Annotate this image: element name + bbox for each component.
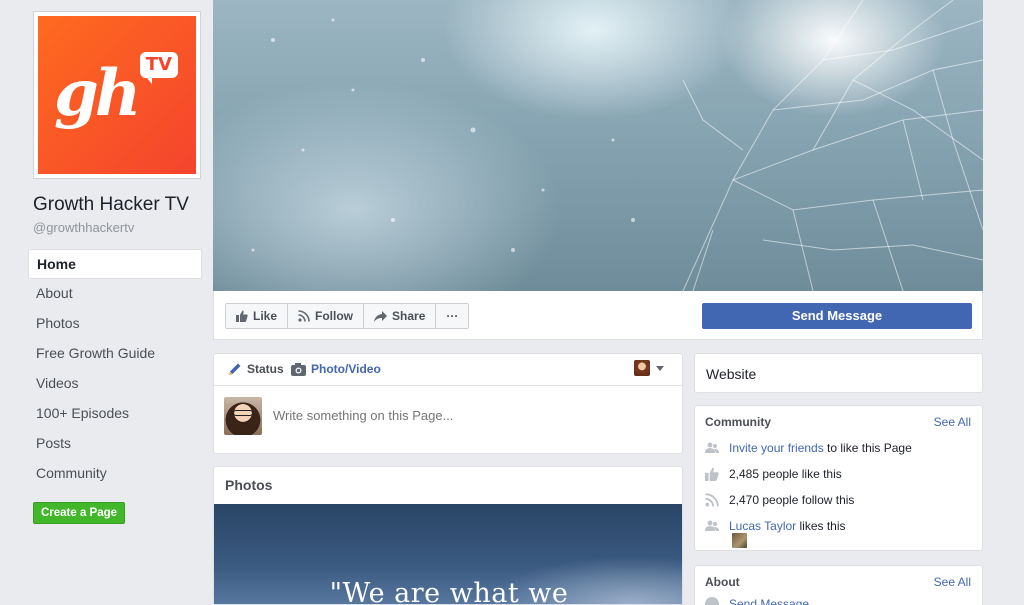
pencil-icon	[229, 363, 241, 375]
cover-photo[interactable]	[213, 0, 983, 291]
left-column: gh TV Growth Hacker TV @growthhackertv H…	[0, 0, 212, 605]
about-see-all-link[interactable]: See All	[934, 575, 971, 589]
friends-icon	[705, 520, 719, 531]
rss-icon	[298, 310, 310, 322]
rss-icon	[705, 493, 719, 507]
community-card: Community See All Invite your friends to…	[694, 405, 983, 551]
composer-tabs: Status Photo/Video	[214, 354, 682, 386]
post-as-avatar	[634, 360, 650, 376]
tab-photo-video[interactable]: Photo/Video	[291, 362, 381, 376]
follow-label: Follow	[315, 309, 354, 323]
composer-body	[214, 386, 682, 453]
tab-status-label: Status	[247, 362, 284, 376]
invite-friends-link[interactable]: Invite your friends	[729, 441, 824, 455]
friend-thumbnail[interactable]	[732, 533, 747, 548]
follows-row: 2,470 people follow this	[705, 493, 854, 507]
community-see-all-link[interactable]: See All	[934, 415, 971, 429]
website-label: Website	[706, 366, 757, 382]
photo-quote-text: "We are what we	[329, 578, 569, 605]
nav-item-posts[interactable]: Posts	[28, 429, 202, 459]
friend-likes-rest: likes this	[796, 519, 846, 533]
nav-item-home[interactable]: Home	[28, 249, 202, 279]
page-name[interactable]: Growth Hacker TV	[33, 194, 189, 216]
invite-text: Invite your friends to like this Page	[729, 441, 912, 455]
post-as-selector[interactable]	[634, 360, 664, 376]
about-card: About See All Send Message	[694, 565, 983, 605]
friend-name-link[interactable]: Lucas Taylor	[729, 519, 796, 533]
cover-shattered-glass	[251, 0, 983, 291]
more-options-button[interactable]: ···	[435, 303, 470, 329]
invite-friends-row: Invite your friends to like this Page	[705, 441, 912, 455]
about-title: About	[705, 575, 740, 589]
logo-badge: TV	[139, 52, 178, 84]
like-button[interactable]: Like	[225, 303, 289, 329]
friends-icon	[705, 442, 719, 453]
friend-likes-text: Lucas Taylor likes this	[729, 519, 846, 533]
action-button-group: Like Follow Share ···	[225, 303, 470, 329]
page-nav: Home About Photos Free Growth Guide Vide…	[28, 249, 202, 489]
page-handle[interactable]: @growthhackertv	[33, 220, 134, 235]
nav-item-free-growth-guide[interactable]: Free Growth Guide	[28, 339, 202, 369]
messenger-icon	[705, 597, 719, 605]
share-arrow-icon	[374, 310, 388, 322]
share-label: Share	[392, 309, 426, 323]
about-send-message-row[interactable]: Send Message	[705, 597, 809, 605]
post-composer: Status Photo/Video	[213, 353, 683, 454]
about-send-message-label: Send Message	[729, 597, 810, 605]
like-label: Like	[253, 309, 278, 323]
likes-row: 2,485 people like this	[705, 467, 842, 481]
tab-photo-label: Photo/Video	[311, 362, 381, 376]
logo-text: gh	[54, 56, 141, 131]
create-page-button[interactable]: Create a Page	[33, 502, 125, 524]
composer-input[interactable]	[273, 408, 663, 423]
nav-item-videos[interactable]: Videos	[28, 369, 202, 399]
invite-rest-text: to like this Page	[823, 441, 912, 455]
photos-card: Photos "We are what we	[213, 466, 683, 605]
more-dots-icon: ···	[446, 309, 459, 323]
nav-item-episodes[interactable]: 100+ Episodes	[28, 399, 202, 429]
page-logo: gh TV	[38, 16, 196, 174]
avatar-glasses	[233, 410, 253, 416]
thumbs-up-icon	[705, 467, 719, 481]
thumbs-up-icon	[236, 310, 248, 322]
profile-picture[interactable]: gh TV	[33, 11, 201, 179]
send-message-button[interactable]: Send Message	[702, 303, 972, 329]
nav-item-community[interactable]: Community	[28, 459, 202, 489]
photos-title[interactable]: Photos	[214, 467, 682, 504]
likes-count: 2,485 people like this	[729, 467, 842, 481]
user-avatar	[224, 397, 262, 435]
nav-item-about[interactable]: About	[28, 279, 202, 309]
website-card[interactable]: Website	[694, 353, 983, 393]
share-button[interactable]: Share	[363, 303, 437, 329]
page-action-bar: Like Follow Share ··· Send Message	[213, 291, 983, 340]
nav-item-photos[interactable]: Photos	[28, 309, 202, 339]
follows-count: 2,470 people follow this	[729, 493, 855, 507]
community-title: Community	[705, 415, 771, 429]
chevron-down-icon	[656, 365, 664, 371]
follow-button[interactable]: Follow	[287, 303, 365, 329]
photo-thumbnail[interactable]: "We are what we	[214, 504, 682, 605]
tab-status[interactable]: Status	[228, 362, 284, 376]
camera-icon	[291, 362, 306, 376]
friend-likes-row: Lucas Taylor likes this	[705, 519, 846, 533]
